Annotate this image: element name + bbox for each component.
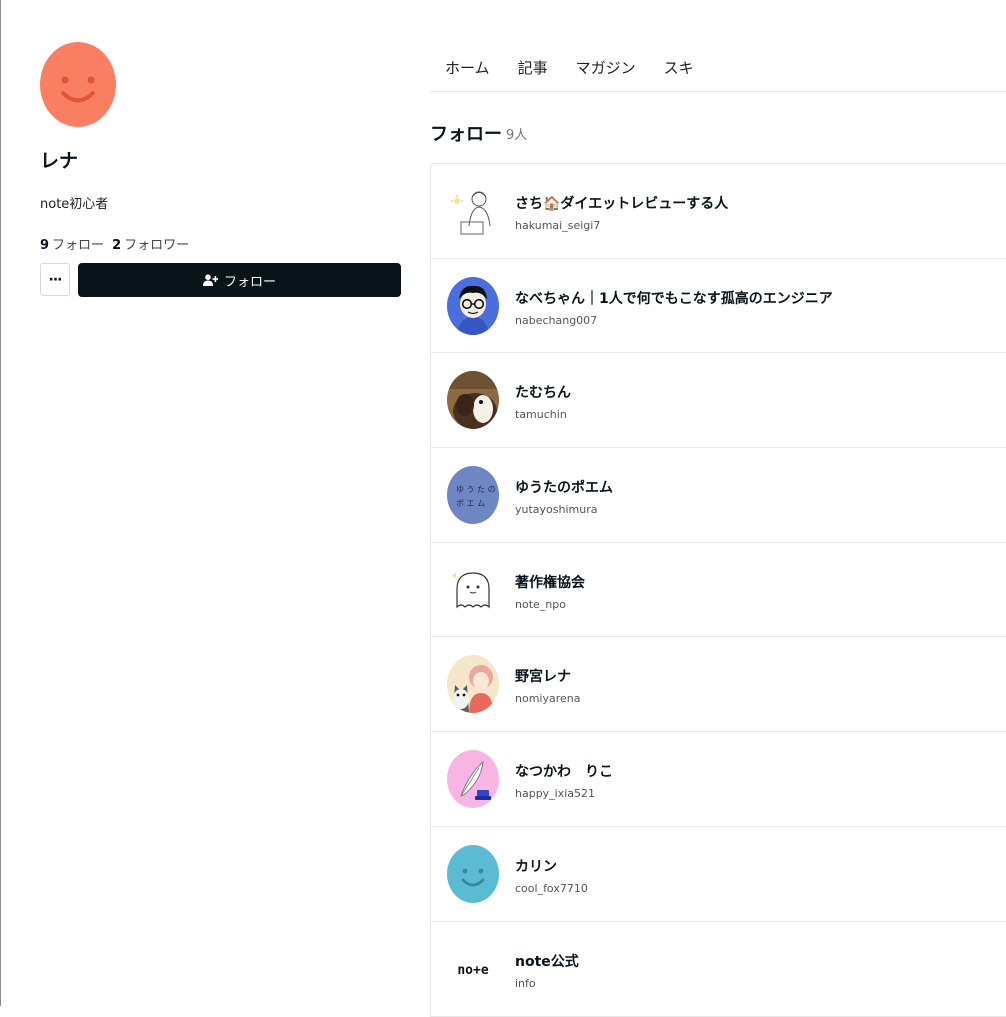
list-item[interactable]: 著作権協会 note_npo: [431, 543, 1006, 638]
follow-id: tamuchin: [515, 408, 567, 422]
follow-id: nomiyarena: [515, 692, 581, 706]
profile-tabs: ホーム 記事 マガジン スキ: [445, 57, 722, 78]
smiley-face-icon: [61, 76, 95, 103]
svg-text:ポ エ ム: ポ エ ム: [456, 499, 485, 508]
follow-name[interactable]: さち🏠ダイエットレビューする人: [515, 193, 728, 213]
follow-id: nabechang007: [515, 313, 598, 327]
follow-id: hakumai_seigi7: [515, 219, 601, 232]
girl-with-dog-avatar: [447, 655, 499, 714]
follow-name[interactable]: 野宮レナ: [515, 666, 571, 686]
ghost-avatar: [447, 560, 499, 619]
following-count: 9: [40, 238, 50, 253]
window-edge: [0, 0, 1, 1006]
more-options-button[interactable]: ···: [40, 263, 70, 296]
follow-id: cool_fox7710: [515, 881, 588, 895]
follow-list: さち🏠ダイエットレビューする人 hakumai_seigi7 なべちゃん｜1人で…: [430, 163, 1006, 1017]
tab-articles[interactable]: 記事: [518, 57, 548, 78]
note-logo-text: no+e: [457, 963, 488, 978]
following-link[interactable]: 9 フォロー: [40, 238, 104, 253]
section-count: 9人: [506, 128, 528, 143]
profile-avatar[interactable]: [40, 42, 116, 127]
follow-name[interactable]: note公式: [515, 951, 579, 971]
note-logo-avatar: no+e: [447, 939, 499, 998]
follow-name[interactable]: なべちゃん｜1人で何でもこなす孤高のエンジニア: [515, 288, 833, 308]
svg-text:ゆ う た の: ゆ う た の: [456, 485, 496, 494]
feather-pen-avatar: [447, 750, 499, 809]
list-item[interactable]: なつかわ りこ happy_ixia521: [431, 732, 1006, 827]
dog-photo-avatar: [447, 371, 499, 430]
tab-home[interactable]: ホーム: [445, 57, 490, 78]
tabs-divider: [430, 91, 1006, 92]
list-item[interactable]: ゆ う た の ポ エ ム ゆうたのポエム yutayoshimura: [431, 448, 1006, 543]
list-item[interactable]: たむちん tamuchin: [431, 353, 1006, 449]
list-item[interactable]: なべちゃん｜1人で何でもこなす孤高のエンジニア nabechang007: [431, 259, 1006, 354]
tab-magazines[interactable]: マガジン: [576, 57, 636, 78]
follow-name[interactable]: カリン: [515, 856, 557, 876]
follow-id: yutayoshimura: [515, 503, 598, 517]
glasses-man-avatar: [447, 276, 499, 335]
list-item[interactable]: 野宮レナ nomiyarena: [431, 637, 1006, 733]
follow-counts: 9 フォロー 2 フォロワー: [40, 234, 189, 253]
profile-name: レナ: [40, 150, 79, 172]
list-item[interactable]: さち🏠ダイエットレビューする人 hakumai_seigi7: [431, 164, 1006, 259]
follow-button[interactable]: フォロー: [78, 263, 401, 297]
follow-button-label: フォロー: [223, 274, 276, 290]
smiley-avatar: [447, 844, 499, 903]
follow-name[interactable]: 著作権協会: [515, 572, 585, 592]
more-icon: ···: [48, 271, 63, 288]
profile-bio: note初心者: [40, 197, 109, 212]
followers-link[interactable]: 2 フォロワー: [112, 238, 189, 253]
followers-label: フォロワー: [124, 238, 190, 253]
list-item[interactable]: カリン cool_fox7710: [431, 827, 1006, 922]
section-title: フォロー: [430, 124, 502, 145]
follow-name[interactable]: なつかわ りこ: [515, 761, 613, 781]
sketch-person-avatar: [447, 182, 499, 240]
poem-text-avatar: ゆ う た の ポ エ ム: [447, 466, 499, 525]
follow-id: note_npo: [515, 597, 566, 611]
add-user-icon: [202, 274, 218, 286]
list-item[interactable]: no+e note公式 info: [431, 922, 1006, 1017]
follow-name[interactable]: ゆうたのポエム: [515, 477, 613, 497]
follow-id: info: [515, 976, 536, 990]
follow-name[interactable]: たむちん: [515, 382, 571, 402]
following-label: フォロー: [52, 238, 105, 253]
tab-likes[interactable]: スキ: [664, 57, 694, 78]
follow-id: happy_ixia521: [515, 787, 596, 801]
followers-count: 2: [112, 238, 122, 253]
